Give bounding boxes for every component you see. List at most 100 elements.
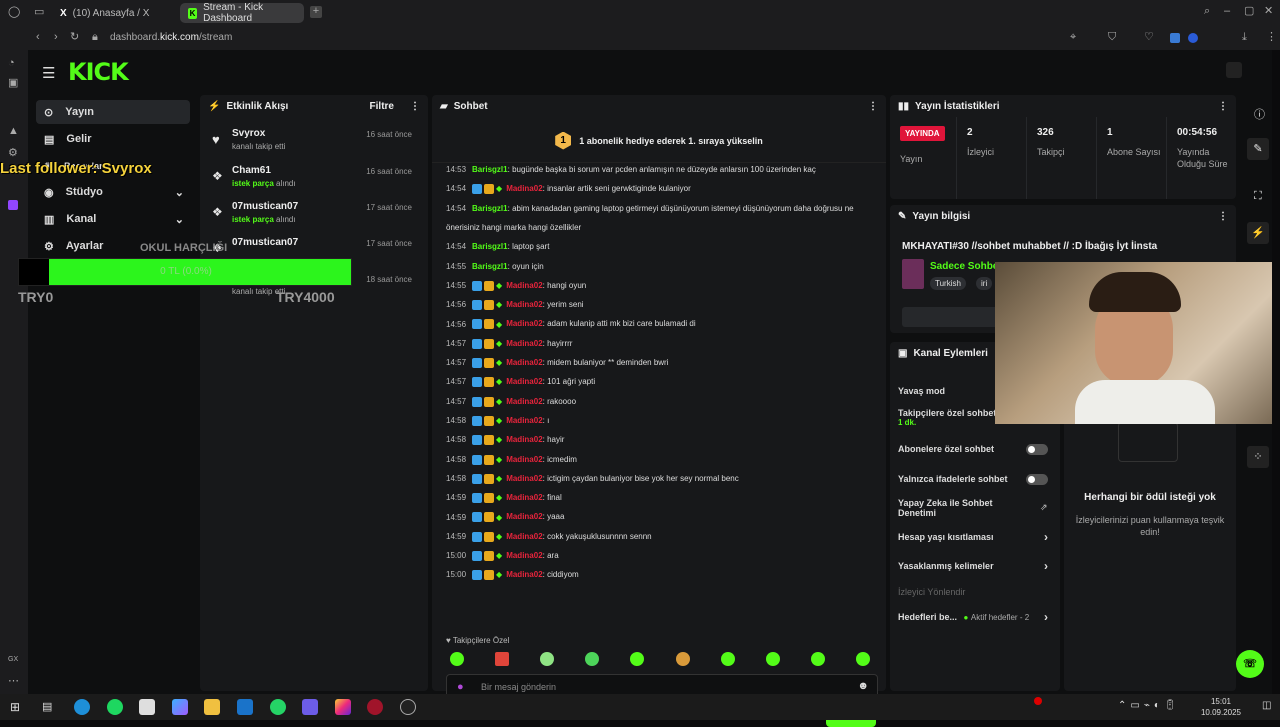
- lightning-icon[interactable]: ⚡: [1247, 222, 1269, 244]
- instagram-icon[interactable]: [335, 699, 351, 715]
- chat-username[interactable]: Barisgzl1: [472, 262, 508, 271]
- emote-icon[interactable]: [810, 652, 825, 666]
- maximize-icon[interactable]: ▢: [1244, 6, 1254, 17]
- task-view-icon[interactable]: ▤: [42, 700, 52, 713]
- emotes-only-toggle[interactable]: [1026, 474, 1048, 485]
- emote-icon[interactable]: [675, 652, 690, 666]
- tab-kick-dashboard[interactable]: K Stream - Kick Dashboard: [180, 2, 304, 24]
- subs-only-toggle[interactable]: [1026, 444, 1048, 455]
- nav-item-studyo[interactable]: ◉ Stüdyo ⌄: [36, 180, 190, 204]
- app-icon[interactable]: [302, 699, 318, 715]
- chat-username[interactable]: Barisgzl1: [472, 165, 508, 174]
- chat-username[interactable]: Madina02: [506, 397, 542, 406]
- twitch-icon[interactable]: [8, 200, 18, 210]
- chat-username[interactable]: Barisgzl1: [472, 242, 508, 251]
- clock[interactable]: 15:01 10.09.2025: [1196, 696, 1246, 718]
- info-icon[interactable]: ⓘ: [1254, 106, 1265, 122]
- kick-sidebar-icon[interactable]: ▲: [8, 126, 19, 137]
- opera-logo-icon[interactable]: ◯: [8, 7, 20, 18]
- mic-icon[interactable]: ●: [457, 681, 464, 693]
- chat-username[interactable]: Madina02: [506, 416, 542, 425]
- chat-username[interactable]: Madina02: [506, 358, 542, 367]
- tray-icons[interactable]: ⌃▭⌁◐🔋︎: [1118, 700, 1181, 711]
- forward-icon[interactable]: ›: [54, 32, 58, 43]
- event-user[interactable]: Svyrox: [232, 128, 265, 139]
- category-name[interactable]: Sadece Sohbet: [930, 261, 1002, 272]
- opera-gx-icon[interactable]: [367, 699, 383, 715]
- bag-icon[interactable]: ▣: [8, 78, 18, 89]
- chat-username[interactable]: Madina02: [506, 184, 542, 193]
- more-icon[interactable]: ⋮: [410, 101, 420, 112]
- chat-username[interactable]: Madina02: [506, 493, 542, 502]
- settings-icon[interactable]: ⚙: [8, 148, 18, 159]
- pin-icon[interactable]: ⌖: [1070, 32, 1076, 43]
- whatsapp-icon[interactable]: [270, 699, 286, 715]
- nav-item-yayin[interactable]: ⊙ Yayın: [36, 100, 190, 124]
- reload-icon[interactable]: ↻: [70, 32, 79, 43]
- emote-icon[interactable]: [450, 652, 464, 666]
- new-tab-icon[interactable]: +: [310, 6, 322, 18]
- start-icon[interactable]: ⊞: [10, 700, 20, 714]
- more-icon[interactable]: ⋮: [868, 101, 878, 112]
- hamburger-menu-icon[interactable]: ☰: [42, 64, 55, 82]
- external-link-icon[interactable]: ⇗: [1040, 502, 1048, 513]
- age-restriction-row[interactable]: Hesap yaşı kısıtlaması ›: [898, 530, 1048, 544]
- nav-item-kanal[interactable]: ▥ Kanal ⌄: [36, 207, 190, 231]
- menu-icon[interactable]: ⋮: [1266, 32, 1277, 43]
- chat-username[interactable]: Madina02: [506, 532, 542, 541]
- chat-username[interactable]: Madina02: [506, 474, 542, 483]
- tab-twitter[interactable]: X (10) Anasayfa / X: [52, 3, 176, 23]
- emote-icon[interactable]: [540, 652, 555, 666]
- chat-username[interactable]: Madina02: [506, 513, 542, 522]
- avatar[interactable]: [1226, 62, 1242, 78]
- emote-icon[interactable]: [720, 652, 735, 666]
- notifications-icon[interactable]: ◫: [1262, 700, 1271, 711]
- store-icon[interactable]: [139, 699, 155, 715]
- emote-icon[interactable]: [585, 652, 600, 666]
- sidebar-settings-icon[interactable]: GX: [8, 656, 18, 663]
- back-icon[interactable]: ‹: [36, 32, 40, 43]
- tab-overview-icon[interactable]: ▭: [34, 7, 44, 18]
- expand-icon[interactable]: ⛶: [1254, 190, 1262, 203]
- extension-icon[interactable]: [1188, 33, 1198, 43]
- close-icon[interactable]: ✕: [1264, 6, 1273, 17]
- points-icon[interactable]: ⁘: [1247, 446, 1269, 468]
- minimize-icon[interactable]: –: [1224, 6, 1230, 17]
- chat-username[interactable]: Madina02: [506, 281, 542, 290]
- more-icon[interactable]: ⋯: [8, 676, 19, 687]
- nav-item-gelir[interactable]: ▤ Gelir: [36, 127, 190, 151]
- viewer-directions-label[interactable]: İzleyici Yönlendir: [898, 587, 1048, 597]
- event-user[interactable]: 07musticаn07: [232, 201, 298, 212]
- emote-icon[interactable]: [630, 652, 645, 666]
- copilot-icon[interactable]: [172, 699, 188, 715]
- ai-moderation-label[interactable]: Yapay Zeka ile Sohbet Denetimi: [898, 498, 1008, 518]
- chat-username[interactable]: Madina02: [506, 435, 542, 444]
- url-field[interactable]: dashboard.kick.com/stream: [110, 32, 232, 43]
- heart-icon[interactable]: ♡: [1144, 32, 1154, 43]
- chat-username[interactable]: Barisgzl1: [472, 204, 508, 213]
- emoji-icon[interactable]: ☻: [857, 680, 869, 692]
- pinned-banner[interactable]: 1 1 abonelik hediye ederek 1. sıraya yük…: [432, 119, 886, 163]
- pencil-icon[interactable]: ✎: [1247, 138, 1269, 160]
- folder-icon[interactable]: [204, 699, 220, 715]
- chat-username[interactable]: Madina02: [506, 455, 542, 464]
- event-user[interactable]: 07musticаn07: [232, 237, 298, 248]
- shield-icon[interactable]: ⛉: [1108, 32, 1116, 43]
- event-user[interactable]: Cham61: [232, 165, 271, 176]
- download-icon[interactable]: ⤓: [1242, 32, 1247, 43]
- chat-username[interactable]: Madina02: [506, 377, 542, 386]
- more-icon[interactable]: ⋮: [1218, 211, 1228, 222]
- extension-icon[interactable]: [1170, 33, 1180, 43]
- clock-icon[interactable]: ◔: [8, 58, 15, 69]
- help-chat-icon[interactable]: ☏: [1236, 650, 1264, 678]
- emote-icon[interactable]: [495, 652, 510, 666]
- emote-icon[interactable]: [855, 652, 870, 666]
- chat-username[interactable]: Madina02: [506, 551, 542, 560]
- chat-username[interactable]: Madina02: [506, 339, 542, 348]
- outlook-icon[interactable]: [237, 699, 253, 715]
- obs-icon[interactable]: [400, 699, 416, 715]
- chat-username[interactable]: Madina02: [506, 320, 542, 329]
- chat-username[interactable]: Madina02: [506, 570, 542, 579]
- more-icon[interactable]: ⋮: [1218, 101, 1228, 112]
- filter-button[interactable]: Filtre: [370, 101, 394, 112]
